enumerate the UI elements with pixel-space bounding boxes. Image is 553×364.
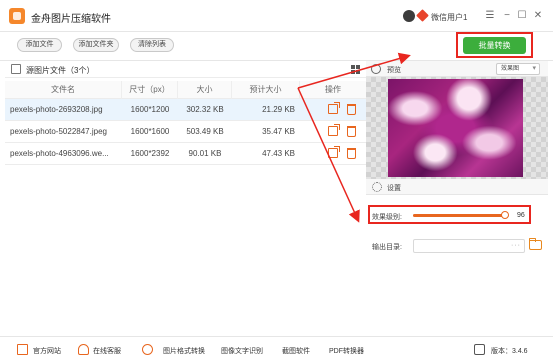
output-dir-label: 输出目录: [372, 244, 402, 251]
convert-icon [142, 344, 153, 355]
settings-panel: 设置 效果级别: 96 输出目录: ··· [366, 179, 548, 336]
version-label: 版本：3.4.6 [491, 348, 528, 355]
slider-fill [413, 214, 506, 217]
open-file-icon[interactable] [328, 146, 340, 158]
column-header-name[interactable]: 文件名 [5, 81, 122, 99]
vip-badge-icon [416, 9, 429, 22]
file-name: pexels-photo-2693208.jpg [10, 105, 103, 114]
column-header-dims[interactable]: 尺寸（px） [122, 81, 178, 99]
file-dims: 1600*1600 [130, 127, 170, 136]
delete-icon[interactable] [347, 148, 356, 159]
menu-button[interactable]: ☰ [483, 9, 497, 23]
preview-panel: 预览 效果图 [366, 61, 548, 179]
output-dir-input[interactable]: ··· [413, 239, 525, 253]
file-size: 90.01 KB [188, 149, 222, 158]
file-list-panel: 源图片文件（3个） 文件名 尺寸（px） 大小 预计大小 操作 pexels-p… [5, 61, 366, 336]
add-file-button[interactable]: 添加文件 [17, 38, 62, 52]
user-name[interactable]: 微信用户1 [431, 12, 467, 23]
browse-dots[interactable]: ··· [511, 242, 521, 249]
minimize-button[interactable]: − [500, 9, 514, 23]
column-header-actions: 操作 [325, 85, 341, 94]
support-link[interactable]: 在线客服 [93, 346, 121, 356]
website-link[interactable]: 官方网站 [33, 346, 61, 356]
table-row[interactable]: pexels-photo-2693208.jpg 1600*1200 302.3… [5, 99, 366, 121]
preview-mode-select[interactable]: 效果图 [496, 63, 540, 75]
clear-list-button[interactable]: 清除列表 [130, 38, 174, 52]
file-dims: 1600*1200 [130, 105, 170, 114]
home-icon [17, 344, 28, 355]
ocr-link[interactable]: 图像文字识别 [221, 346, 263, 356]
gear-icon [372, 182, 382, 192]
open-file-icon[interactable] [328, 124, 340, 136]
settings-label: 设置 [387, 185, 401, 192]
table-row[interactable]: pexels-photo-4963096.we... 1600*2392 90.… [5, 143, 366, 165]
effect-level-value: 96 [517, 212, 525, 219]
preview-image [388, 79, 523, 177]
file-list-header: 源图片文件（3个） [5, 61, 366, 78]
effect-level-label: 效果级别: [372, 214, 402, 221]
preview-header: 预览 效果图 [366, 61, 548, 77]
format-convert-link[interactable]: 图片格式转换 [163, 346, 205, 356]
add-folder-button[interactable]: 添加文件夹 [73, 38, 119, 52]
delete-icon[interactable] [347, 104, 356, 115]
file-name: pexels-photo-4963096.we... [10, 149, 109, 158]
maximize-button[interactable]: ☐ [515, 9, 529, 23]
file-dims: 1600*2392 [130, 149, 170, 158]
support-icon [78, 344, 89, 355]
file-size: 302.32 KB [186, 105, 224, 114]
settings-header: 设置 [366, 179, 548, 195]
delete-icon[interactable] [347, 126, 356, 137]
table-row[interactable]: pexels-photo-5022847.jpeg 1600*1600 503.… [5, 121, 366, 143]
folder-icon[interactable] [529, 238, 542, 250]
grid-view-icon[interactable] [351, 65, 360, 74]
file-est-size: 35.47 KB [262, 127, 295, 136]
file-name: pexels-photo-5022847.jpeg [10, 127, 107, 136]
file-size: 503.49 KB [186, 127, 224, 136]
batch-convert-button[interactable]: 批量转换 [463, 37, 526, 54]
avatar[interactable] [403, 10, 415, 22]
column-header-size[interactable]: 大小 [178, 81, 232, 99]
open-file-icon[interactable] [328, 102, 340, 114]
app-title: 金舟图片压缩软件 [31, 14, 111, 25]
preview-icon [371, 64, 381, 74]
image-icon [11, 64, 21, 74]
screenshot-link[interactable]: 截图软件 [282, 346, 310, 356]
preview-label: 预览 [387, 67, 401, 74]
column-header-estimated[interactable]: 预计大小 [232, 81, 300, 99]
file-est-size: 47.43 KB [262, 149, 295, 158]
pdf-link[interactable]: PDF转换器 [329, 346, 364, 356]
effect-level-slider[interactable] [413, 211, 510, 219]
close-button[interactable]: ✕ [531, 9, 545, 23]
toolbar: 添加文件 添加文件夹 清除列表 批量转换 [0, 32, 553, 61]
preview-canvas [366, 77, 548, 179]
file-list-title: 源图片文件（3个） [26, 66, 95, 75]
file-est-size: 21.29 KB [262, 105, 295, 114]
version-icon [474, 344, 485, 355]
app-logo-icon [9, 8, 25, 24]
status-bar: 官方网站 在线客服 图片格式转换 图像文字识别 截图软件 PDF转换器 版本：3… [0, 336, 553, 364]
title-bar: 金舟图片压缩软件 微信用户1 ☰ − ☐ ✕ [0, 0, 553, 32]
